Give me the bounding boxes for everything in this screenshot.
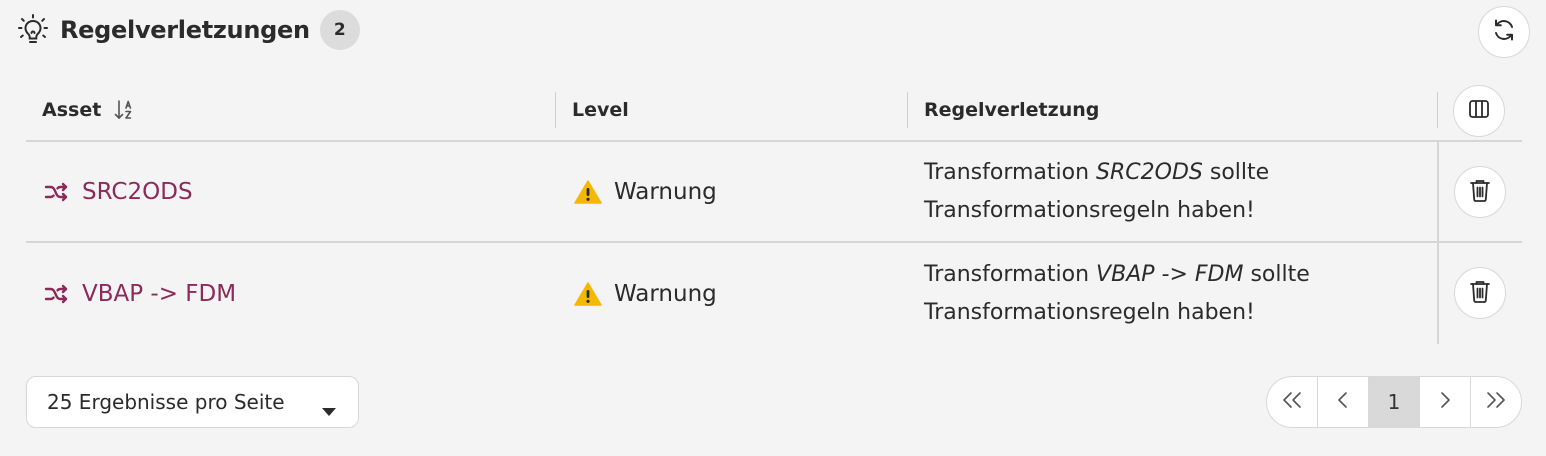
violation-prefix: Transformation (924, 159, 1097, 185)
level-cell: Warnung (574, 142, 717, 241)
warning-icon (574, 179, 602, 205)
violation-asset-name: SRC2ODS (1096, 159, 1203, 185)
violation-asset-name: VBAP -> FDM (1096, 261, 1244, 287)
page-title: Regelverletzungen (60, 16, 310, 44)
lightbulb-icon (16, 13, 50, 47)
delete-button[interactable] (1454, 166, 1506, 218)
column-header-asset[interactable]: Asset (42, 80, 139, 140)
refresh-icon (1491, 17, 1517, 47)
violation-suffix: sollte (1202, 159, 1270, 185)
trash-icon (1469, 279, 1491, 307)
sort-az-icon[interactable] (113, 97, 139, 123)
row-divider (1437, 142, 1439, 241)
violation-prefix: Transformation (924, 261, 1097, 287)
column-settings-button[interactable] (1453, 85, 1505, 137)
table-header: Asset Level Regelverletzung (26, 80, 1522, 142)
column-divider (1437, 92, 1438, 128)
double-chevron-right-icon (1485, 390, 1507, 414)
asset-link[interactable]: SRC2ODS (44, 142, 193, 241)
table-row: SRC2ODS Warnung Transformation SRC2ODS s… (26, 142, 1522, 243)
page-button-current[interactable]: 1 (1369, 377, 1420, 427)
caret-down-icon (322, 398, 336, 422)
asset-name: SRC2ODS (82, 178, 193, 205)
column-header-level[interactable]: Level (572, 80, 629, 140)
level-label: Warnung (614, 280, 717, 307)
warning-icon (574, 281, 602, 307)
delete-button[interactable] (1454, 267, 1506, 319)
next-page-button[interactable] (1420, 377, 1471, 427)
column-label: Asset (42, 99, 102, 121)
double-chevron-left-icon (1281, 390, 1303, 414)
shuffle-icon (44, 283, 70, 305)
violation-suffix: sollte (1243, 261, 1310, 287)
column-label: Regelverletzung (924, 99, 1100, 121)
shuffle-icon (44, 181, 70, 203)
asset-link[interactable]: VBAP -> FDM (44, 243, 236, 344)
column-divider (555, 92, 556, 128)
column-divider (907, 92, 908, 128)
count-badge: 2 (319, 10, 360, 50)
trash-icon (1469, 178, 1491, 206)
per-page-select[interactable]: 25 Ergebnisse pro Seite (26, 376, 359, 428)
level-label: Warnung (614, 178, 717, 205)
page-header: Regelverletzungen 2 (16, 8, 360, 52)
level-cell: Warnung (574, 243, 717, 344)
column-label: Level (572, 99, 629, 121)
column-header-violation[interactable]: Regelverletzung (924, 80, 1099, 140)
table-row: VBAP -> FDM Warnung Transformation VBAP … (26, 243, 1522, 344)
columns-icon (1467, 97, 1491, 125)
violation-line-1: Transformation SRC2ODS sollte (924, 154, 1269, 192)
row-divider (1437, 243, 1439, 344)
prev-page-button[interactable] (1318, 377, 1369, 427)
chevron-right-icon (1439, 390, 1451, 414)
pagination: 1 (1266, 376, 1522, 428)
last-page-button[interactable] (1471, 377, 1521, 427)
violation-text: Transformation VBAP -> FDM sollte Transf… (924, 243, 1310, 344)
chevron-left-icon (1337, 390, 1349, 414)
refresh-button[interactable] (1478, 6, 1530, 58)
violation-line-1: Transformation VBAP -> FDM sollte (924, 256, 1310, 294)
violations-table: Asset Level Regelverletzung SRC2ODS Warn… (26, 80, 1522, 344)
first-page-button[interactable] (1267, 377, 1318, 427)
asset-name: VBAP -> FDM (82, 280, 237, 307)
per-page-value: 25 Ergebnisse pro Seite (47, 390, 285, 414)
violation-line-2: Transformationsregeln haben! (924, 299, 1255, 325)
violation-text: Transformation SRC2ODS sollte Transforma… (924, 142, 1269, 241)
violation-line-2: Transformationsregeln haben! (924, 197, 1255, 223)
